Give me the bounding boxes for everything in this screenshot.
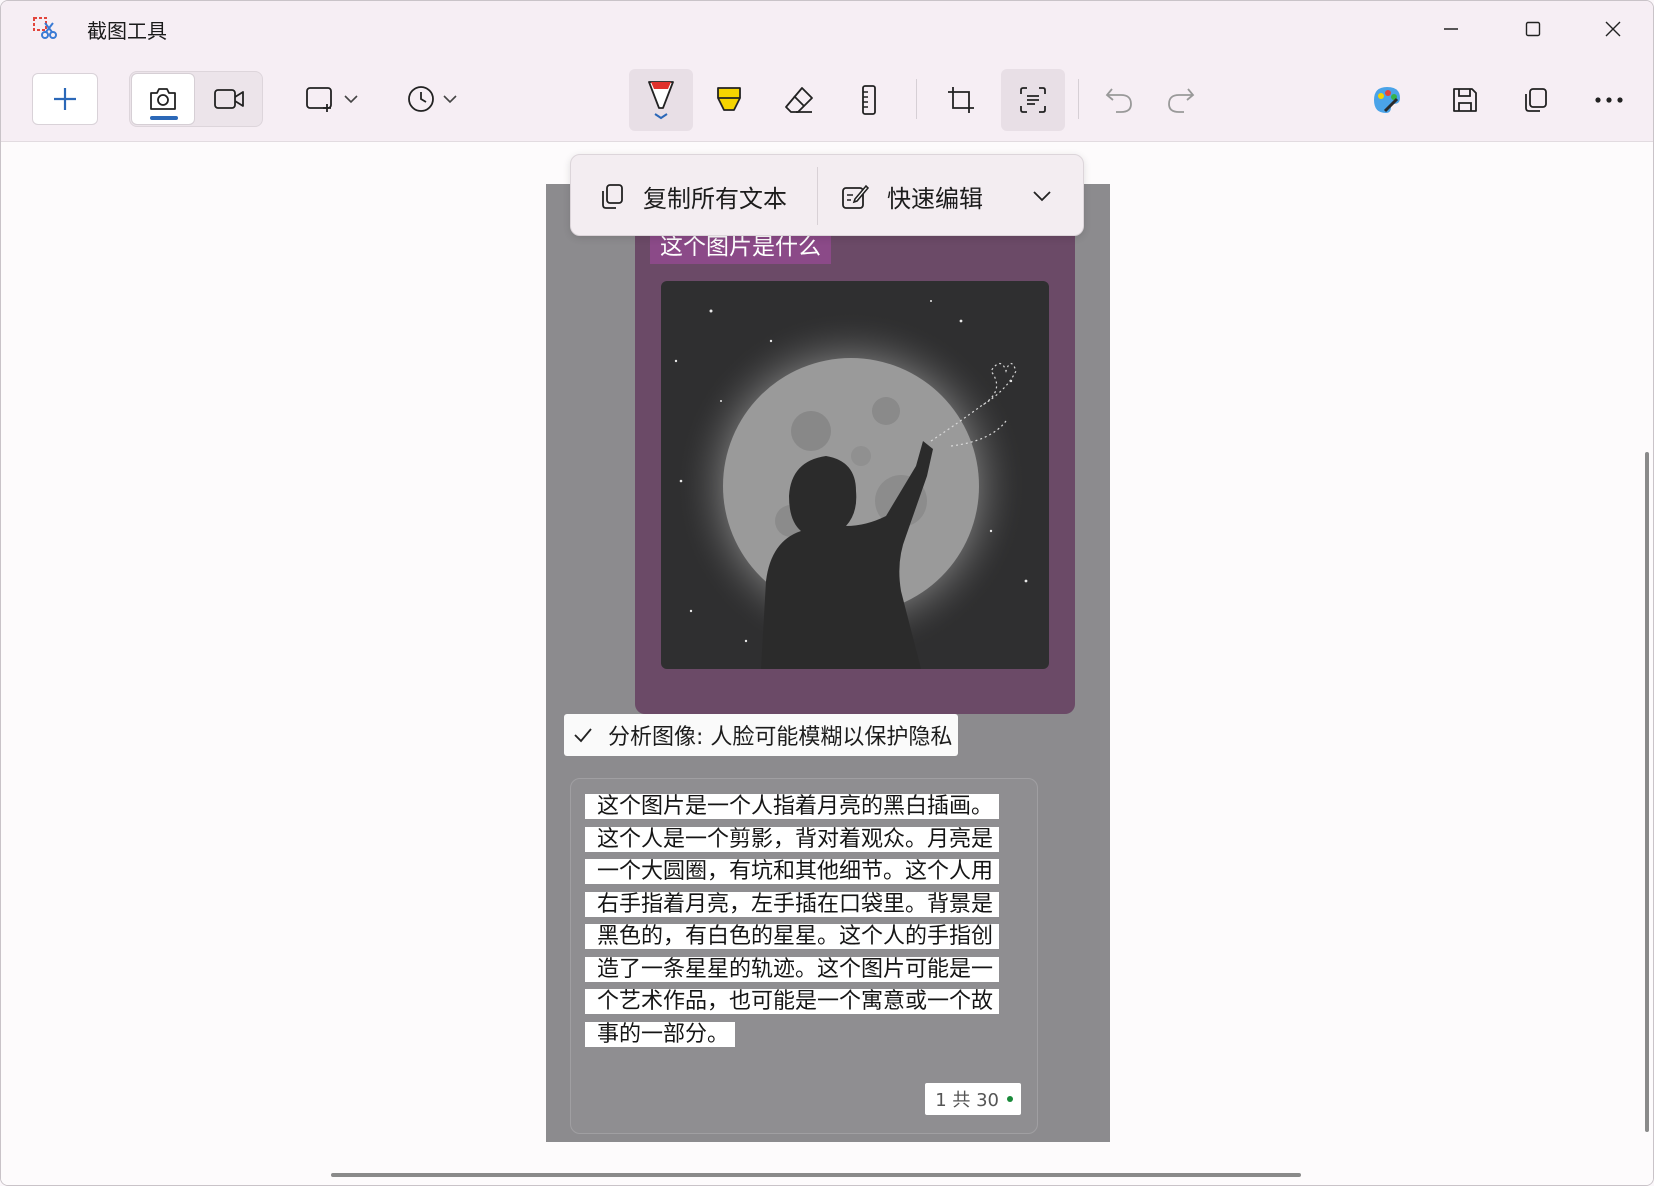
copy-icon — [1525, 88, 1547, 112]
ruler-icon — [862, 85, 876, 115]
snip-shape-dropdown[interactable] — [299, 75, 365, 123]
snip-canvas: 这个图片是什么 分析图像: 人脸可能模糊以保护隐私 这个图片是一个人指着月亮的黑… — [1, 142, 1653, 1185]
close-button[interactable] — [1583, 9, 1643, 49]
answer-line: 右手指着月亮，左手插在口袋里。背景是 — [585, 891, 1000, 917]
quick-edit-dropdown[interactable] — [1031, 185, 1053, 207]
maximize-button[interactable] — [1503, 9, 1563, 49]
minimize-icon — [1444, 28, 1458, 30]
undo-icon — [1105, 88, 1132, 113]
eraser-icon — [785, 87, 813, 113]
video-camera-icon — [214, 89, 244, 109]
moon-illustration — [661, 281, 1049, 669]
moon-silhouette-image — [674, 300, 1028, 669]
quick-edit-label: 快速编辑 — [887, 185, 983, 213]
redo-icon — [1168, 88, 1195, 113]
plus-icon — [54, 88, 76, 110]
answer-line: 黑色的，有白色的星星。这个人的手指创 — [585, 924, 1000, 949]
chevron-down-icon — [443, 95, 457, 104]
horizontal-scrollbar[interactable] — [331, 1173, 1301, 1177]
edit-icon — [842, 184, 869, 209]
copy-all-text-label: 复制所有文本 — [643, 185, 787, 213]
save-button[interactable] — [1433, 71, 1497, 129]
answer-line: 这个人是一个剪影，背对着观众。月亮是 — [585, 826, 1000, 852]
camera-icon — [150, 88, 176, 110]
chevron-down-icon — [1033, 191, 1051, 202]
copy-icon — [602, 183, 623, 209]
snipping-tool-window: 截图工具 这个图片是什么 分析图像: 人脸可能模糊以保护隐私 这个图片是一个人指… — [0, 0, 1654, 1186]
captured-screenshot: 这个图片是什么 分析图像: 人脸可能模糊以保护隐私 这个图片是一个人指着月亮的黑… — [546, 184, 1110, 1142]
highlighter-button[interactable] — [697, 71, 761, 129]
text-actions-divider — [817, 167, 818, 225]
answer-line: 事的一部分。 — [585, 1021, 736, 1047]
text-actions-button[interactable] — [1001, 69, 1065, 131]
snipping-tool-app-icon — [33, 17, 57, 39]
analysis-label: 分析图像: 人脸可能模糊以保护隐私 — [608, 725, 953, 750]
crop-icon — [948, 87, 974, 113]
ballpoint-pen-button[interactable] — [629, 69, 693, 131]
copy-all-text-button[interactable]: 复制所有文本 — [599, 179, 787, 214]
chevron-down-icon — [344, 95, 358, 104]
counter-label: 1 共 30 — [935, 1090, 999, 1111]
answer-line: 一个大圆圈，有坑和其他细节。这个人用 — [585, 859, 1000, 884]
redo-button[interactable] — [1149, 71, 1213, 129]
toolbar — [1, 57, 1653, 142]
vertical-scrollbar[interactable] — [1645, 452, 1649, 1132]
crop-button[interactable] — [929, 71, 993, 129]
pen-icon — [648, 81, 674, 120]
toolbar-divider — [916, 79, 917, 119]
minimize-button[interactable] — [1421, 9, 1481, 49]
toolbar-divider — [1078, 79, 1079, 119]
user-message-card: 这个图片是什么 — [635, 209, 1075, 714]
status-dot — [1007, 1096, 1013, 1102]
highlighter-icon — [717, 87, 741, 111]
analysis-status-chip: 分析图像: 人脸可能模糊以保护隐私 — [564, 714, 959, 756]
answer-line: 这个图片是一个人指着月亮的黑白插画。 — [585, 794, 1000, 819]
delay-timer-dropdown[interactable] — [399, 75, 465, 123]
ruler-button[interactable] — [837, 71, 901, 129]
close-icon — [1605, 21, 1621, 37]
quick-edit-button[interactable]: 快速编辑 — [841, 179, 983, 214]
video-mode-button[interactable] — [197, 73, 261, 125]
more-options-button[interactable] — [1577, 71, 1641, 129]
copy-button[interactable] — [1503, 71, 1567, 129]
eraser-button[interactable] — [767, 71, 831, 129]
answer-line: 造了一条星星的轨迹。这个图片可能是一 — [585, 956, 1000, 982]
title-bar: 截图工具 — [1, 1, 1653, 57]
screenshot-mode-button[interactable] — [131, 73, 195, 125]
undo-button[interactable] — [1087, 71, 1151, 129]
checkmark-icon — [574, 728, 592, 743]
paint-palette-icon — [1374, 87, 1400, 113]
response-counter: 1 共 30 — [925, 1083, 1021, 1115]
selected-mode-indicator — [150, 116, 178, 120]
text-actions-bar: 复制所有文本 快速编辑 — [570, 154, 1084, 236]
new-snip-button[interactable] — [32, 73, 98, 125]
clock-icon — [408, 86, 434, 112]
maximize-icon — [1525, 21, 1541, 37]
save-icon — [1453, 88, 1477, 112]
answer-line: 个艺术作品，也可能是一个寓意或一个故 — [585, 989, 1000, 1014]
answer-text: 这个图片是一个人指着月亮的黑白插画。 这个人是一个剪影，背对着观众。月亮是 一个… — [585, 791, 1015, 1051]
answer-card: 这个图片是一个人指着月亮的黑白插画。 这个人是一个剪影，背对着观众。月亮是 一个… — [570, 778, 1038, 1134]
window-title: 截图工具 — [87, 19, 167, 43]
more-icon — [1595, 97, 1623, 103]
rectangle-snip-icon — [306, 87, 332, 112]
paint-edit-button[interactable] — [1355, 71, 1419, 129]
text-actions-icon — [1020, 87, 1046, 113]
